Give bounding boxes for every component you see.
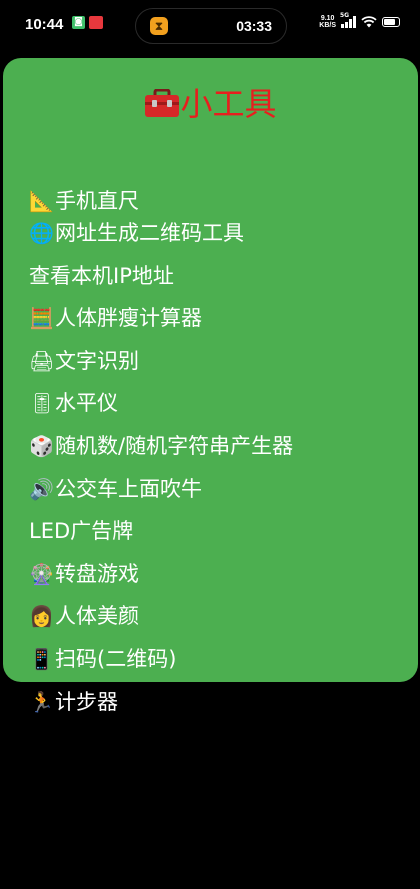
cell-signal-icon: 5G: [340, 12, 356, 28]
status-time: 10:44: [25, 16, 64, 33]
tool-label: 计步器: [55, 690, 118, 714]
tool-item[interactable]: 🎲 随机数/随机字符串产生器: [29, 433, 293, 459]
dice-icon: 🎲: [29, 434, 54, 458]
dynamic-island-pill[interactable]: ⧗ 03:33: [135, 8, 287, 44]
tool-label: 转盘游戏: [55, 562, 139, 586]
wifi-icon: [361, 16, 377, 28]
woman-icon: 👩: [29, 604, 54, 628]
tool-item[interactable]: 🎡 转盘游戏: [29, 561, 139, 587]
network-speed-unit: KB/S: [319, 22, 336, 29]
mobile-phone-icon: 📱: [29, 647, 54, 671]
runner-icon: 🏃: [29, 690, 54, 714]
tool-label: LED广告牌: [29, 519, 134, 543]
timer-readout: 03:33: [236, 18, 272, 34]
globe-icon: 🌐: [29, 221, 54, 245]
page-title-text: 小工具: [180, 85, 277, 123]
tool-label: 人体胖瘦计算器: [55, 306, 202, 330]
tool-item[interactable]: 👩 人体美颜: [29, 603, 139, 629]
tool-item[interactable]: 查看本机IP地址: [29, 263, 174, 289]
triangular-ruler-icon: 📐: [29, 189, 54, 213]
tool-item[interactable]: 🏃 计步器: [29, 689, 118, 715]
hourglass-icon: ⧗: [150, 17, 168, 35]
notification-app-icon: ◙: [72, 16, 85, 29]
tool-label: 扫码(二维码): [55, 647, 177, 671]
tool-item[interactable]: LED广告牌: [29, 518, 133, 544]
status-indicators: 9.10 KB/S 5G: [319, 12, 400, 29]
tool-label: 人体美颜: [55, 604, 139, 628]
tool-label: 网址生成二维码工具: [55, 221, 244, 245]
tool-item[interactable]: 🖨 文字识别: [29, 348, 139, 374]
network-type-label: 5G: [340, 12, 350, 19]
level-slider-icon: 🎚: [29, 391, 55, 415]
tool-label: 水平仪: [55, 391, 118, 415]
battery-icon: [382, 17, 400, 27]
notification-red-app-icon: [89, 16, 103, 29]
abacus-icon: 🧮: [29, 306, 54, 330]
tool-item[interactable]: 🎚 水平仪: [29, 390, 118, 416]
tool-label: 随机数/随机字符串产生器: [55, 434, 294, 458]
tool-item[interactable]: 🌐 网址生成二维码工具: [29, 220, 244, 246]
tool-item[interactable]: 🧮 人体胖瘦计算器: [29, 305, 202, 331]
toolbox-icon: [145, 89, 180, 117]
tool-item[interactable]: 📱 扫码(二维码): [29, 646, 176, 672]
tool-label: 公交车上面吹牛: [55, 477, 202, 501]
tool-item[interactable]: 📐 手机直尺: [29, 188, 139, 214]
tool-item[interactable]: 🔊 公交车上面吹牛: [29, 476, 202, 502]
tools-card: 小工具 📐 手机直尺 🌐 网址生成二维码工具 查看本机IP地址 🧮 人体胖瘦计算器 🖨 文字识别…: [3, 58, 418, 714]
tool-label: 查看本机IP地址: [29, 264, 174, 288]
network-speed-value: 9.10: [320, 15, 335, 22]
status-bar: 10:44 ◙ ⧗ 03:33 9.10 KB/S 5G: [0, 0, 420, 50]
page-title: 小工具: [3, 82, 418, 124]
ferris-wheel-icon: 🎡: [29, 562, 54, 586]
tool-label: 文字识别: [55, 349, 139, 373]
printer-icon: 🖨: [29, 349, 55, 373]
tool-label: 手机直尺: [55, 189, 139, 213]
speaker-icon: 🔊: [29, 477, 54, 501]
battery-level: [384, 19, 396, 25]
network-speed: 9.10 KB/S: [319, 15, 336, 29]
